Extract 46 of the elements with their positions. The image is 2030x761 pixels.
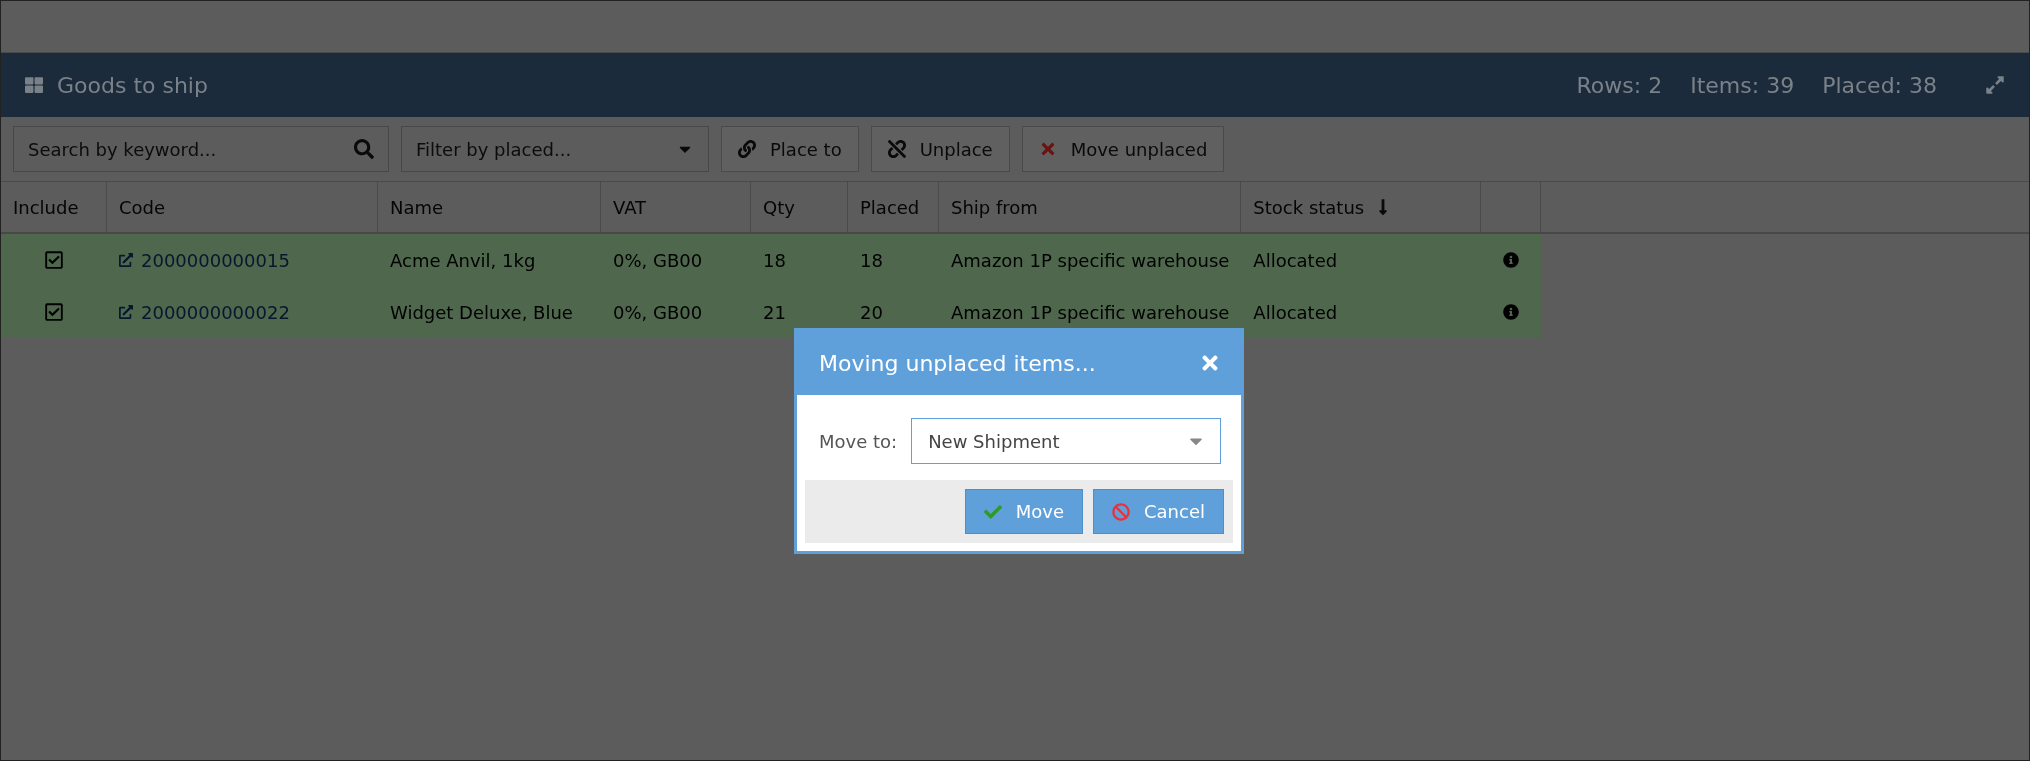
table-cell: 18 [751,234,848,286]
filter-dropdown[interactable]: Filter by placed... [401,126,709,172]
column-label: Qty [763,196,795,218]
column-label: Ship from [951,196,1038,218]
cancel-icon [1112,502,1130,521]
panel-title: Goods to ship [57,72,209,98]
table-cell: Acme Anvil, 1kg [378,234,601,286]
move-to-dropdown[interactable]: New Shipment [911,418,1221,464]
toolbar-button[interactable]: Place to [721,126,859,172]
column-label: Stock status [1253,196,1365,218]
info-icon[interactable] [1503,252,1520,268]
filter-placeholder: Filter by placed... [416,138,572,160]
column-label: Placed [860,196,920,218]
stat-label: Rows: 2 [1576,72,1663,98]
column-label: VAT [613,196,647,218]
checkbox[interactable] [44,250,64,270]
toolbar-button[interactable]: Unplace [870,126,1010,172]
table-cell: 0%, GB00 [601,286,751,338]
dialog-title: Moving unplaced items... [819,350,1096,376]
link-icon [738,140,756,158]
table-cell: 0%, GB00 [601,234,751,286]
info-icon[interactable] [1503,304,1520,320]
checkmark-icon [983,502,1002,521]
dialog-button[interactable]: Move [964,489,1083,534]
expand-icon[interactable] [1985,75,2005,95]
broken-link-icon [887,140,906,158]
toolbar-button[interactable]: Move unplaced [1021,126,1225,172]
field-label: Move to: [819,430,898,452]
column-label: Code [119,196,166,218]
external-link-icon [119,253,133,267]
search-placeholder: Search by keyword... [28,138,217,160]
stat-label: Placed: 38 [1822,72,1937,98]
grid-icon [25,76,43,94]
stat-label: Items: 39 [1690,72,1795,98]
column-label: Name [390,196,444,218]
search-field[interactable]: Search by keyword... [13,126,389,172]
table-cell: Allocated [1241,286,1482,338]
checkbox[interactable] [44,302,64,322]
table-cell: Widget Deluxe, Blue [378,286,601,338]
column-label: Include [13,196,79,218]
dialog-button[interactable]: Cancel [1093,489,1224,534]
table-cell: 18 [848,234,939,286]
external-link-icon [119,305,133,319]
table-cell: Allocated [1241,234,1482,286]
table-cell: Amazon 1P specific warehouse [939,234,1242,286]
search-icon[interactable] [354,139,374,159]
